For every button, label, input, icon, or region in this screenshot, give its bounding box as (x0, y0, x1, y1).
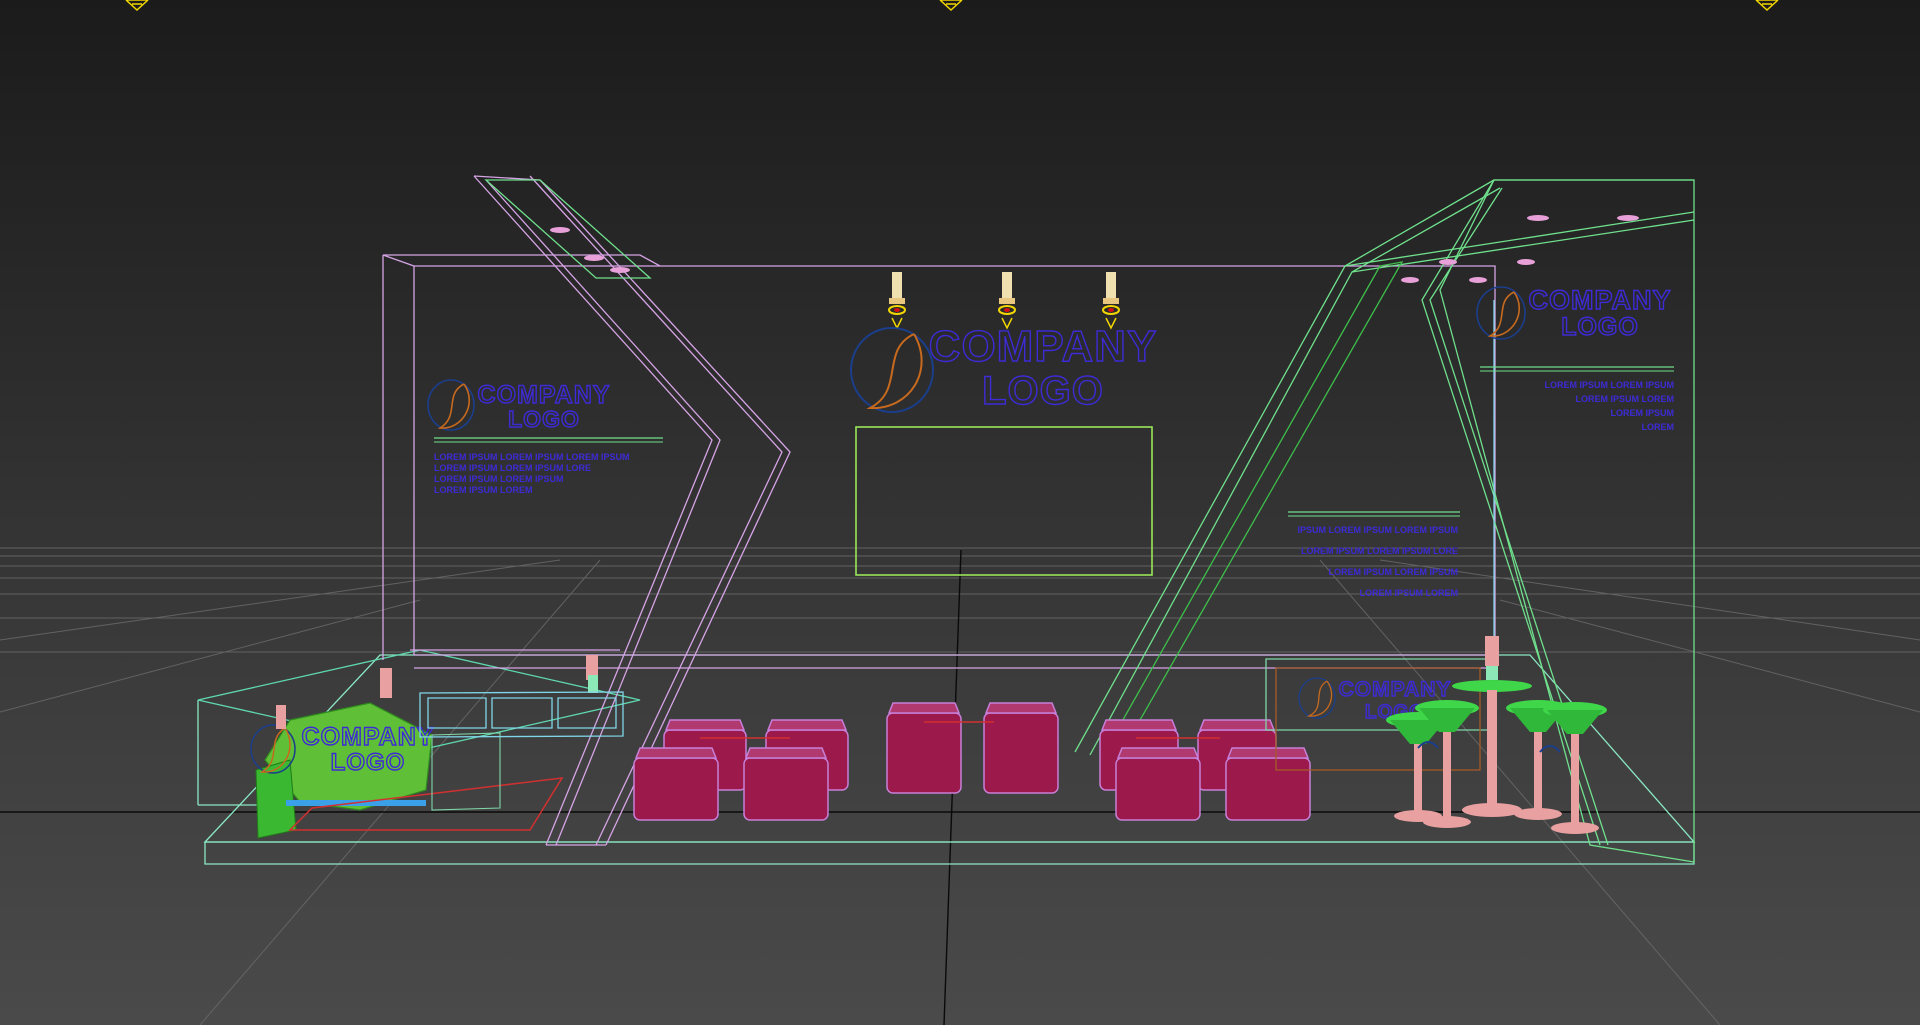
left-panel-text: LOREM IPSUM LOREM IPSUM LOREM IPSUM LORE… (434, 452, 630, 495)
lorem-line: LOREM (1642, 422, 1675, 432)
lorem-line: LOREM IPSUM LOREM IPSUM LOREM IPSUM (434, 452, 630, 462)
top-light-markers (125, 0, 1779, 12)
logo-line-2: LOGO (1561, 313, 1639, 341)
bar-stools (1386, 636, 1607, 834)
light-marker-icon (939, 0, 963, 12)
spotlight-icon (1102, 272, 1120, 330)
spotlights (888, 272, 1120, 330)
light-marker-icon (125, 0, 149, 12)
right-panel-text: LOREM IPSUM LOREM IPSUM LOREM IPSUM LORE… (1544, 380, 1674, 432)
right-company-logo: COMPANY LOGO (1476, 284, 1671, 342)
spotlight-icon (888, 272, 906, 330)
chair-group (633, 702, 1311, 821)
chair-icon (633, 747, 719, 821)
logo-mark-icon (427, 379, 475, 431)
center-company-logo: COMPANY LOGO (850, 321, 1158, 414)
spotlight-icon (998, 272, 1016, 330)
lorem-line: IPSUM LOREM IPSUM LOREM IPSUM (1297, 525, 1458, 535)
left-company-logo: COMPANY LOGO (427, 379, 611, 433)
bar-table-icon (1452, 636, 1532, 817)
logo-mark-icon (1298, 677, 1336, 719)
lorem-line: LOREM IPSUM LOREM IPSUM LORE (1301, 546, 1458, 556)
logo-line-2: LOGO (982, 369, 1104, 413)
chair-icon (743, 747, 829, 821)
lorem-line: LOREM IPSUM LOREM IPSUM (434, 474, 564, 484)
chair-icon (1115, 747, 1201, 821)
logo-mark-icon (1476, 286, 1526, 340)
3d-viewport[interactable]: COMPANY LOGO COMPANY LOGO LOREM IPSUM LO… (0, 0, 1920, 1025)
display-screen (855, 426, 1153, 576)
logo-line-2: LOGO (331, 749, 406, 776)
wireframe-scene[interactable]: COMPANY LOGO COMPANY LOGO LOREM IPSUM LO… (0, 0, 1920, 1025)
lorem-line: LOREM IPSUM LOREM IPSUM (1328, 567, 1458, 577)
lorem-line: LOREM IPSUM LOREM IPSUM (1544, 380, 1674, 390)
light-marker-icon (1755, 0, 1779, 12)
logo-line-1: COMPANY (302, 723, 435, 751)
reception-counter: COMPANY LOGO (250, 655, 598, 839)
lorem-line: LOREM IPSUM (1610, 408, 1674, 418)
logo-mark-icon (850, 327, 934, 413)
logo-line-1: COMPANY (1528, 285, 1671, 315)
lorem-line: LOREM IPSUM LOREM (434, 485, 533, 495)
lorem-line: LOREM IPSUM LOREM (1576, 394, 1675, 404)
logo-line-1: COMPANY (929, 322, 1158, 371)
logo-line-1: COMPANY (1339, 678, 1452, 701)
chair-icon (1225, 747, 1311, 821)
chair-icon (886, 702, 962, 794)
logo-line-1: COMPANY (478, 381, 611, 409)
lorem-line: LOREM IPSUM LOREM (1360, 588, 1459, 598)
chair-icon (983, 702, 1059, 794)
logo-line-2: LOGO (508, 406, 580, 432)
lorem-line: LOREM IPSUM LOREM IPSUM LORE (434, 463, 591, 473)
